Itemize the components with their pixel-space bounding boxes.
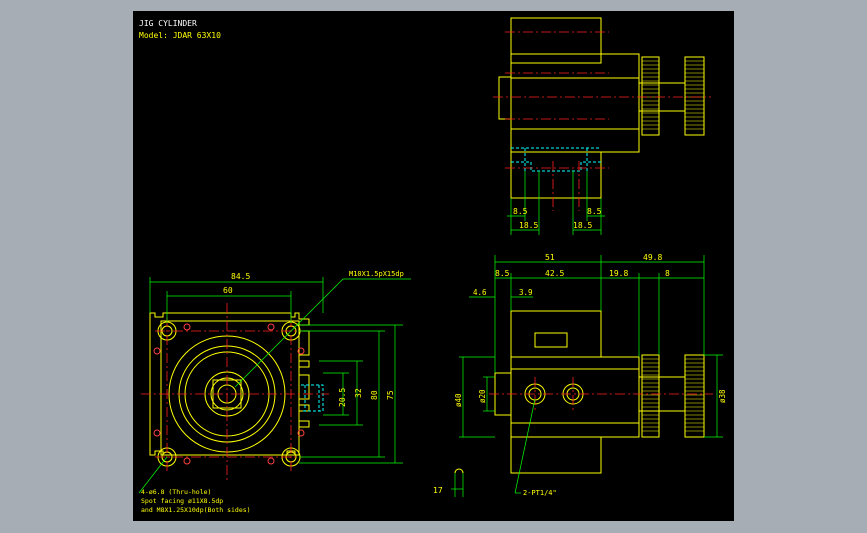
holes-note-1: 4-ø6.8 (Thru-hole) [141,488,211,496]
dim-front-20-5: 20.5 [338,388,347,407]
thread-note: M10X1.5pX15dp [349,270,404,278]
side-view-body-upper [510,310,602,358]
dim-side-3-9: 3.9 [519,288,533,297]
dim-side-49-8: 49.8 [643,253,662,262]
model-label: Model: JDAR 63X10 [139,31,221,40]
front-view-hidden-port [301,384,324,412]
dim-side-51: 51 [545,253,555,262]
dim-side-4-6: 4.6 [473,288,487,297]
top-view-knurl [642,60,704,130]
front-view-inner-square [160,320,300,456]
top-view-hidden-lines [511,147,601,172]
top-view-knob-2 [684,56,705,136]
top-view-end-cap [498,76,512,120]
side-view-nameplate [534,332,568,348]
side-view-knurl [642,358,704,432]
drawing-title: JIG CYLINDER [139,19,197,28]
holes-note-3: and M8X1.25X10dp(Both sides) [141,506,251,514]
front-view [149,312,310,467]
dim-side-19-8: 19.8 [609,269,628,278]
dim-side-17: 17 [433,486,443,495]
top-view-centerlines [493,31,711,211]
dim-side-8-5: 8.5 [495,269,510,278]
side-view-stopper-hook [454,468,464,474]
dim-top-right-18-5: 18.5 [573,221,592,230]
side-view-centerlines [489,377,713,413]
holes-note-2: Spot facing ø11X8.5dp [141,497,223,505]
side-view-dimensions [451,255,723,497]
dim-top-left-8-5: 8.5 [513,207,528,216]
dim-top-left-18-5: 18.5 [519,221,538,230]
dim-top-right-8-5: 8.5 [587,207,602,216]
dim-front-84-5: 84.5 [231,272,250,281]
top-view-body [510,53,640,153]
drawing-sheet: JIG CYLINDER Model: JDAR 63X10 8.5 8.5 1… [133,11,734,521]
top-view-body-upper [510,17,602,64]
top-view-knob-1 [641,56,660,136]
side-view-body-lower [510,436,602,474]
dim-front-32: 32 [354,388,363,398]
dim-front-60: 60 [223,286,233,295]
top-view [498,17,705,199]
dim-front-75: 75 [386,390,395,400]
dim-side-8: 8 [665,269,670,278]
dim-side-42-5: 42.5 [545,269,564,278]
dim-side-phi38: ø38 [718,389,727,403]
port-note: 2-PT1/4" [523,489,557,497]
side-view [494,310,705,474]
dim-side-phi40: ø40 [454,393,463,407]
dim-side-phi20: ø20 [478,389,487,403]
front-view-outline [149,312,310,456]
dim-front-80: 80 [370,390,379,400]
cad-drawing: JIG CYLINDER Model: JDAR 63X10 8.5 8.5 1… [138,17,727,514]
